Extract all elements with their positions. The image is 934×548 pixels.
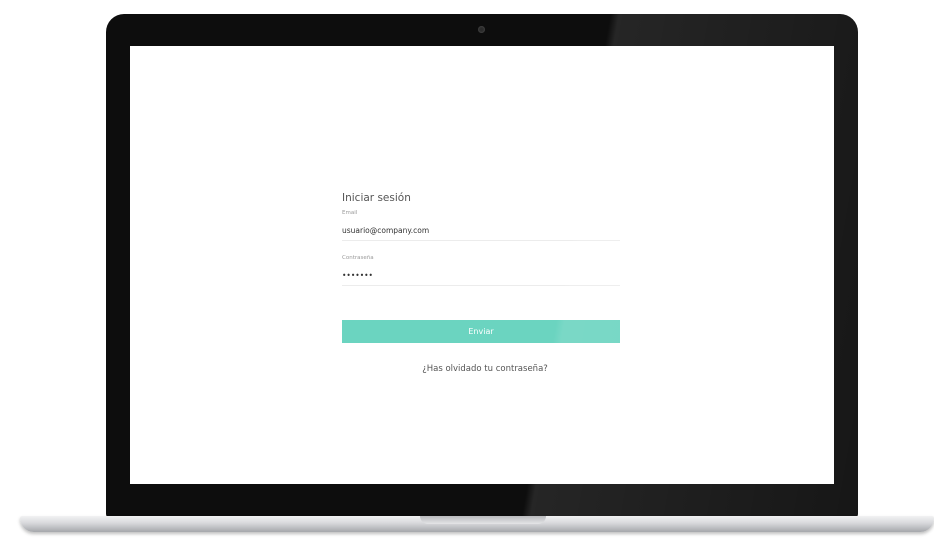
laptop-mockup: Iniciar sesión Email Contraseña Enviar ¿…	[0, 0, 934, 548]
page-title: Iniciar sesión	[342, 192, 411, 204]
lid-opening-notch	[420, 516, 546, 524]
forgot-password-link[interactable]: ¿Has olvidado tu contraseña?	[342, 364, 622, 374]
submit-button[interactable]: Enviar	[342, 320, 620, 343]
password-field[interactable]	[342, 270, 620, 286]
email-label: Email	[342, 210, 358, 216]
laptop-lid: Iniciar sesión Email Contraseña Enviar ¿…	[106, 14, 858, 518]
password-group: Contraseña	[342, 255, 622, 286]
login-form: Iniciar sesión Email Contraseña Enviar ¿…	[342, 192, 622, 374]
laptop-base	[20, 516, 934, 532]
password-label: Contraseña	[342, 255, 374, 261]
email-group: Email	[342, 210, 622, 241]
email-field[interactable]	[342, 225, 620, 241]
laptop-screen: Iniciar sesión Email Contraseña Enviar ¿…	[130, 46, 834, 484]
webcam-icon	[478, 26, 485, 33]
